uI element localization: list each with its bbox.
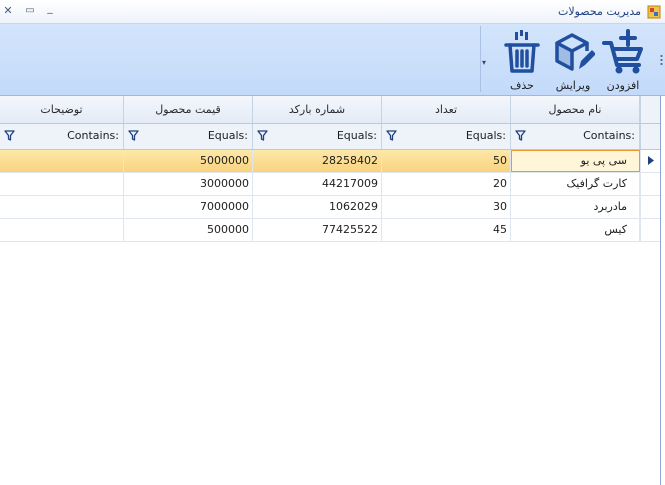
cell-description[interactable] [0,219,124,241]
cell-barcode[interactable]: 77425522 [253,219,382,241]
toolbar-grip[interactable] [660,54,663,66]
table-row[interactable]: سی پی یو 50 28258402 5000000 [0,150,660,173]
grid-filter-row: Contains: Equals: Equals: Equals: Contai… [0,124,660,150]
cell-product-name[interactable]: سی پی یو [511,150,640,172]
column-header-price[interactable]: قیمت محصول [124,96,253,123]
toolbar: افزودن ویرایش حذف ▾ [0,24,665,96]
cell-barcode[interactable]: 44217009 [253,173,382,195]
funnel-icon[interactable] [515,130,526,141]
cell-barcode[interactable]: 28258402 [253,150,382,172]
column-header-quantity[interactable]: تعداد [382,96,511,123]
title-bar: ✕ ▭ _ مدیریت محصولات [0,0,665,24]
funnel-icon[interactable] [386,130,397,141]
filter-operator: Contains: [67,129,119,142]
table-row[interactable]: کیس 45 77425522 500000 [0,219,660,242]
cell-product-name[interactable]: کیس [511,219,640,241]
cell-barcode[interactable]: 1062029 [253,196,382,218]
filter-cell-price[interactable]: Equals: [124,124,253,149]
filter-cell-description[interactable]: Contains: [0,124,124,149]
cell-product-name[interactable]: مادربرد [511,196,640,218]
funnel-icon[interactable] [128,130,139,141]
cell-price[interactable]: 500000 [124,219,253,241]
close-button[interactable]: ✕ [0,3,16,19]
row-indicator-cell [640,219,660,241]
add-label: افزودن [606,79,640,92]
restore-button[interactable]: ▭ [22,3,38,19]
filter-operator: Equals: [207,129,248,142]
filter-indicator-cell [640,124,660,149]
trash-icon [504,30,540,73]
grid-header-row: نام محصول تعداد شماره بارکد قیمت محصول ت… [0,96,660,124]
cell-product-name[interactable]: کارت گرافیک [511,173,640,195]
app-icon [647,5,661,19]
filter-operator: Equals: [465,129,506,142]
cell-price[interactable]: 3000000 [124,173,253,195]
filter-cell-barcode[interactable]: Equals: [253,124,382,149]
row-indicator-cell [640,196,660,218]
cell-price[interactable]: 5000000 [124,150,253,172]
funnel-icon[interactable] [257,130,268,141]
delete-label: حذف [510,79,534,92]
filter-cell-quantity[interactable]: Equals: [382,124,511,149]
column-header-barcode[interactable]: شماره بارکد [253,96,382,123]
edit-label: ویرایش [555,79,591,92]
cell-quantity[interactable]: 45 [382,219,511,241]
filter-operator: Contains: [583,129,635,142]
add-button[interactable]: افزودن [598,27,648,93]
filter-operator: Equals: [336,129,377,142]
cell-quantity[interactable]: 30 [382,196,511,218]
funnel-icon[interactable] [4,130,15,141]
minimize-button[interactable]: _ [42,0,58,16]
cell-quantity[interactable]: 50 [382,150,511,172]
edit-button[interactable]: ویرایش [548,27,598,93]
cell-quantity[interactable]: 20 [382,173,511,195]
products-grid[interactable]: نام محصول تعداد شماره بارکد قیمت محصول ت… [0,96,661,485]
box-pencil-icon [555,33,595,71]
cell-price[interactable]: 7000000 [124,196,253,218]
header-indicator-cell [640,96,660,123]
toolbar-overflow-button[interactable]: ▾ [482,58,486,67]
column-header-product-name[interactable]: نام محصول [511,96,640,123]
window-title: مدیریت محصولات [558,5,641,18]
cell-description[interactable] [0,150,124,172]
table-row[interactable]: مادربرد 30 1062029 7000000 [0,196,660,219]
arrow-right-icon [648,156,654,165]
delete-button[interactable]: حذف [497,27,547,93]
row-indicator-cell [640,150,660,172]
filter-cell-product-name[interactable]: Contains: [511,124,640,149]
row-indicator-cell [640,173,660,195]
column-header-description[interactable]: توضیحات [0,96,124,123]
table-row[interactable]: کارت گرافیک 20 44217009 3000000 [0,173,660,196]
cart-plus-icon [602,29,643,74]
cell-description[interactable] [0,196,124,218]
cell-description[interactable] [0,173,124,195]
